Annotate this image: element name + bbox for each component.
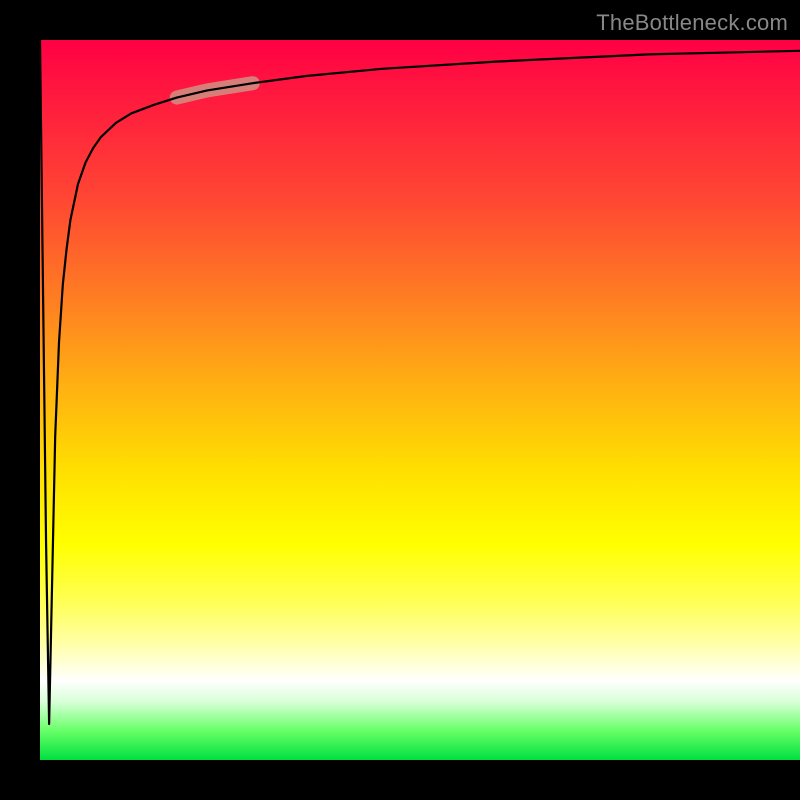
- chart-frame: TheBottleneck.com: [0, 0, 800, 800]
- bottleneck-curve: [40, 40, 800, 724]
- attribution-text: TheBottleneck.com: [596, 10, 788, 36]
- plot-area: [40, 40, 800, 760]
- curve-svg: [40, 40, 800, 760]
